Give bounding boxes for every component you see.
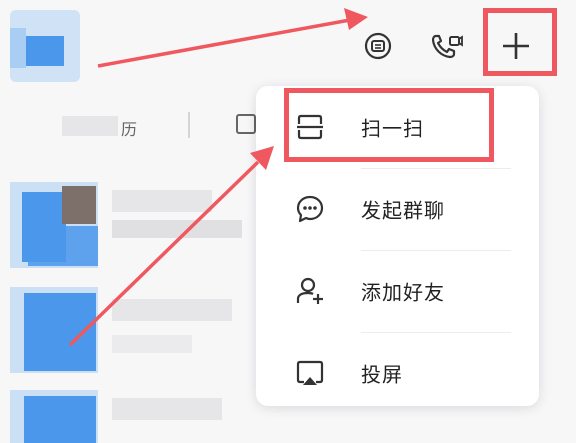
- arrow-to-scan: [68, 146, 274, 347]
- arrow-to-plus: [97, 8, 368, 68]
- annotation-arrows: [68, 8, 368, 347]
